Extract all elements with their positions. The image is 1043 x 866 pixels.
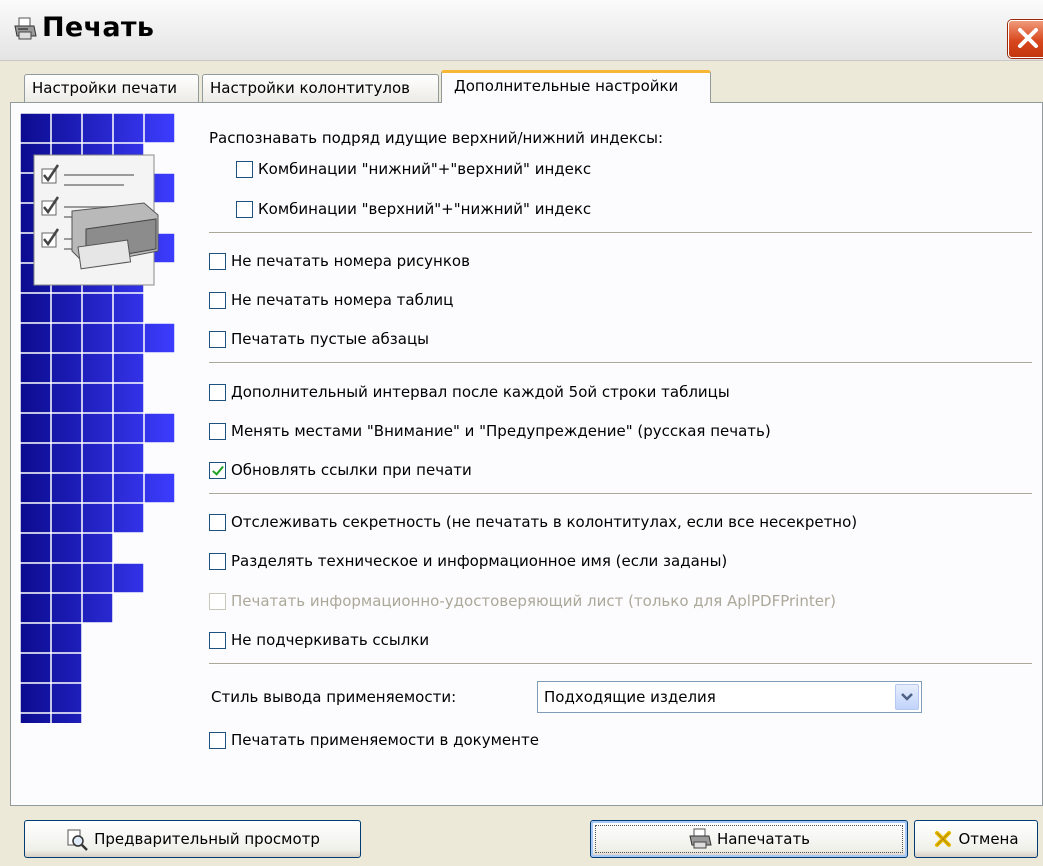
no-underline-links-label: Не подчеркивать ссылки [231,631,430,649]
extra-interval-option[interactable]: Дополнительный интервал после каждой 5ой… [209,381,730,403]
print-info-sheet-label: Печатать информационно-удостоверяющий ли… [231,592,836,610]
print-empty-paragraphs-checkbox[interactable] [209,330,226,348]
preview-button-label: Предварительный просмотр [94,830,320,848]
separator [209,362,1032,364]
cancel-button-label: Отмена [958,830,1019,848]
no-figure-numbers-option[interactable]: Не печатать номера рисунков [209,250,470,272]
applicability-style-value: Подходящие изделия [544,688,716,706]
print-dialog: Печать Настройки печати Настройки колонт… [0,0,1043,866]
separate-names-label: Разделять техническое и информационное и… [231,552,728,570]
print-preview-icon [67,829,88,851]
print-button-label: Напечатать [716,830,811,848]
print-info-sheet-checkbox [209,592,226,610]
tab-print-settings[interactable]: Настройки печати [24,74,199,102]
sup-sub-checkbox[interactable] [236,200,253,218]
extra-interval-checkbox[interactable] [209,383,226,401]
swap-warnings-label: Менять местами "Внимание" и "Предупрежде… [231,422,771,440]
separate-names-checkbox[interactable] [209,552,226,570]
no-figure-numbers-label: Не печатать номера рисунков [231,252,470,270]
tab-additional-settings[interactable]: Дополнительные настройки [441,70,711,103]
print-empty-paragraphs-label: Печатать пустые абзацы [231,330,430,348]
update-links-label: Обновлять ссылки при печати [231,461,472,479]
close-button[interactable] [1008,20,1043,58]
no-figure-numbers-checkbox[interactable] [209,252,226,270]
update-links-checkbox[interactable] [209,461,226,479]
separator [209,232,1032,234]
preview-button[interactable]: Предварительный просмотр [24,820,361,858]
separator [209,663,1032,665]
swap-warnings-checkbox[interactable] [209,422,226,440]
update-links-option[interactable]: Обновлять ссылки при печати [209,459,472,481]
no-underline-links-option[interactable]: Не подчеркивать ссылки [209,629,429,651]
print-applicability-checkbox[interactable] [209,731,226,749]
print-applicability-option[interactable]: Печатать применяемости в документе [209,729,539,751]
index-heading: Распознавать подряд идущие верхний/нижни… [209,129,664,147]
applicability-style-label: Стиль вывода применяемости: [211,688,457,706]
no-table-numbers-label: Не печатать номера таблиц [231,291,454,309]
side-banner [19,112,176,723]
track-secrecy-option[interactable]: Отслеживать секретность (не печатать в к… [209,511,857,533]
close-icon [1018,28,1038,48]
no-table-numbers-option[interactable]: Не печатать номера таблиц [209,289,453,311]
window-title: Печать [42,12,155,43]
print-empty-paragraphs-option[interactable]: Печатать пустые абзацы [209,328,429,350]
print-info-sheet-option: Печатать информационно-удостоверяющий ли… [209,590,836,612]
sub-sup-label: Комбинации "нижний"+"верхний" индекс [258,160,592,178]
print-button[interactable]: Напечатать [590,820,908,858]
applicability-style-select[interactable]: Подходящие изделия [537,681,922,713]
sup-sub-label: Комбинации "верхний"+"нижний" индекс [258,200,592,218]
extra-interval-label: Дополнительный интервал после каждой 5ой… [231,383,730,401]
printer-icon [14,17,37,40]
print-applicability-label: Печатать применяемости в документе [231,731,539,749]
swap-warnings-option[interactable]: Менять местами "Внимание" и "Предупрежде… [209,420,771,442]
separate-names-option[interactable]: Разделять техническое и информационное и… [209,550,727,572]
tab-header-footer-settings[interactable]: Настройки колонтитулов [202,74,439,102]
no-underline-links-checkbox[interactable] [209,631,226,649]
sub-sup-checkbox[interactable] [236,160,253,178]
sup-sub-option[interactable]: Комбинации "верхний"+"нижний" индекс [236,198,591,220]
no-table-numbers-checkbox[interactable] [209,291,226,309]
track-secrecy-checkbox[interactable] [209,513,226,531]
track-secrecy-label: Отслеживать секретность (не печатать в к… [231,513,858,531]
separator [209,493,1032,495]
chevron-down-icon [901,693,913,701]
sub-sup-option[interactable]: Комбинации "нижний"+"верхний" индекс [236,158,591,180]
cancel-icon [935,831,952,847]
dropdown-button[interactable] [895,684,919,710]
printer-icon [689,828,712,849]
title-bar: Печать [0,0,1043,61]
cancel-button[interactable]: Отмена [914,820,1038,858]
